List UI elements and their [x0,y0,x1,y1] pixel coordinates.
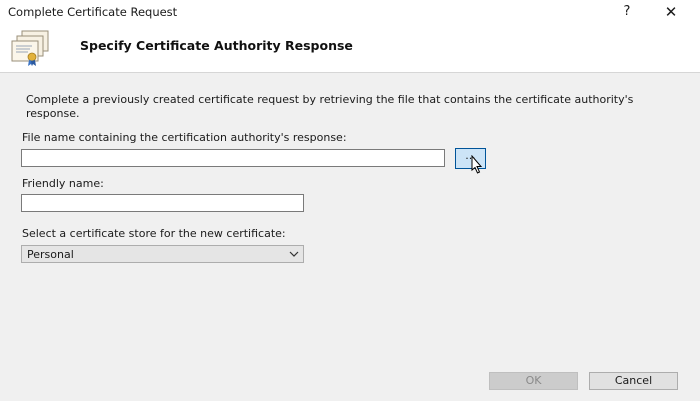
complete-certificate-request-dialog: Complete Certificate Request ? ✕ Specify… [0,0,700,401]
cancel-button[interactable]: Cancel [589,372,678,390]
window-title: Complete Certificate Request [8,5,178,19]
header-band: Specify Certificate Authority Response [0,24,700,73]
intro-text: Complete a previously created certificat… [26,93,634,120]
help-button[interactable]: ? [616,1,638,23]
title-bar: Complete Certificate Request ? ✕ [0,0,700,24]
ok-button[interactable]: OK [489,372,578,390]
chevron-down-icon [289,251,299,257]
certificate-icon [11,30,49,66]
file-name-label: File name containing the certification a… [22,131,347,144]
friendly-name-label: Friendly name: [22,177,104,190]
close-button[interactable]: ✕ [656,1,686,23]
page-title: Specify Certificate Authority Response [80,38,353,53]
file-name-input[interactable] [21,149,445,167]
mouse-pointer-icon [471,155,483,174]
friendly-name-input[interactable] [21,194,304,212]
certificate-store-select[interactable]: Personal [21,245,304,263]
certificate-store-value: Personal [27,248,74,261]
certificate-store-label: Select a certificate store for the new c… [22,227,286,240]
